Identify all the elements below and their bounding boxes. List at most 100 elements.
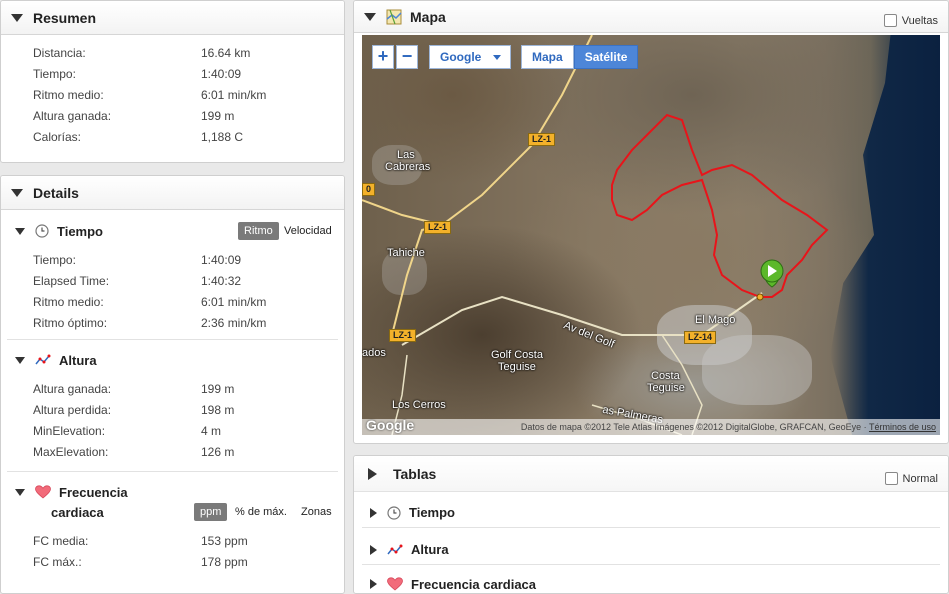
value: 178 ppm xyxy=(201,555,248,569)
zoom-in-button[interactable]: + xyxy=(372,45,394,69)
place-label: Cabreras xyxy=(385,161,431,173)
road xyxy=(391,224,443,336)
table-item-label: Altura xyxy=(411,542,449,557)
value: 16.64 km xyxy=(201,46,251,60)
clock-icon xyxy=(387,505,401,520)
laps-label: Vueltas xyxy=(901,14,938,27)
tables-panel: Tablas Normal Tiempo Altura Frecuencia c… xyxy=(353,455,949,594)
collapse-arrow-icon[interactable] xyxy=(364,12,376,21)
altura-section-header[interactable]: Altura xyxy=(1,347,344,373)
map-type-switch: Mapa Satélite xyxy=(521,45,639,69)
laps-option[interactable]: Vueltas xyxy=(883,14,938,27)
expand-arrow-icon[interactable] xyxy=(370,579,377,589)
label: Elapsed Time: xyxy=(33,274,110,288)
label: Ritmo medio: xyxy=(33,295,104,309)
map-panel: Mapa Vueltas LZ-1 LZ-1 LZ-1 LZ-14 0 Las … xyxy=(353,0,949,444)
percent-max-toggle[interactable]: % de máx. xyxy=(231,503,291,521)
map-type-map-button[interactable]: Mapa xyxy=(521,45,574,69)
tiempo-section-title: Tiempo xyxy=(57,223,103,239)
place-label: El Mago xyxy=(695,314,736,326)
satellite-map[interactable]: LZ-1 LZ-1 LZ-1 LZ-14 0 Las Cabreras Tahi… xyxy=(362,35,940,435)
label: Ritmo óptimo: xyxy=(33,316,108,330)
place-label: Los Cerros xyxy=(392,399,446,411)
place-label: Tahiche xyxy=(387,247,425,259)
table-item-tiempo[interactable]: Tiempo xyxy=(362,498,940,528)
collapse-arrow-icon[interactable] xyxy=(15,227,25,235)
label: Altura perdida: xyxy=(33,403,112,417)
tables-header[interactable]: Tablas Normal xyxy=(354,456,948,492)
divider xyxy=(7,471,338,472)
label: Altura ganada: xyxy=(33,109,112,123)
collapse-arrow-icon[interactable] xyxy=(15,488,25,496)
value: 1,188 C xyxy=(201,130,244,144)
map-type-satellite-button[interactable]: Satélite xyxy=(573,45,639,69)
value: 1:40:09 xyxy=(201,67,242,81)
attribution-text: Datos de mapa ©2012 Tele Atlas Imágenes … xyxy=(520,422,869,432)
expand-arrow-icon[interactable] xyxy=(368,467,377,480)
map-title: Mapa xyxy=(410,8,446,25)
zones-toggle[interactable]: Zonas xyxy=(297,503,336,521)
table-item-label: Frecuencia cardiaca xyxy=(411,576,537,592)
label: Tiempo: xyxy=(33,67,76,81)
map-attribution: Datos de mapa ©2012 Tele Atlas Imágenes … xyxy=(362,419,940,435)
label: Tiempo: xyxy=(33,253,76,267)
table-item-heart-rate[interactable]: Frecuencia cardiaca xyxy=(362,571,940,593)
label: Ritmo medio: xyxy=(33,88,104,102)
tables-title: Tablas xyxy=(393,465,437,482)
value: 126 m xyxy=(201,445,235,459)
expand-arrow-icon[interactable] xyxy=(370,507,377,518)
place-label: Teguise xyxy=(498,361,536,373)
heart-icon xyxy=(387,577,403,591)
details-panel: Details Tiempo Ritmo Velocidad Tiempo: 1:… xyxy=(0,175,345,594)
summary-panel: Resumen Distancia: 16.64 km Tiempo: 1:40:0… xyxy=(0,0,345,163)
collapse-arrow-icon[interactable] xyxy=(11,13,23,22)
road-badge-lz14: LZ-14 xyxy=(684,331,717,344)
normal-option[interactable]: Normal xyxy=(884,472,938,485)
road-badge-lz1: LZ-1 xyxy=(528,133,555,146)
terms-link[interactable]: Términos de uso xyxy=(869,422,936,432)
normal-checkbox[interactable] xyxy=(884,472,898,485)
heart-rate-section-header[interactable]: Frecuencia xyxy=(1,480,344,504)
pace-toggle[interactable]: Ritmo xyxy=(238,222,279,240)
place-label: ados xyxy=(362,347,386,359)
map-header[interactable]: Mapa Vueltas xyxy=(354,1,948,33)
clock-icon xyxy=(35,224,49,238)
place-label: Teguise xyxy=(647,382,685,394)
value: 199 m xyxy=(201,109,235,123)
road-badge-lz1: LZ-1 xyxy=(389,329,416,342)
altura-section-title: Altura xyxy=(59,352,97,368)
road-badge-lz1: LZ-1 xyxy=(424,221,451,234)
label: FC máx.: xyxy=(33,555,82,569)
google-logo[interactable]: Google xyxy=(366,417,414,433)
expand-arrow-icon[interactable] xyxy=(370,544,377,555)
laps-checkbox[interactable] xyxy=(883,14,897,27)
heart-icon xyxy=(35,485,51,499)
table-item-altura[interactable]: Altura xyxy=(362,535,940,565)
details-header[interactable]: Details xyxy=(1,176,344,210)
collapse-arrow-icon[interactable] xyxy=(11,188,23,197)
zoom-out-button[interactable]: − xyxy=(396,45,418,69)
label: Distancia: xyxy=(33,46,86,60)
bpm-toggle[interactable]: ppm xyxy=(194,503,228,521)
value: 198 m xyxy=(201,403,235,417)
label: Calorías: xyxy=(33,130,82,144)
value: 6:01 min/km xyxy=(201,295,267,309)
map-provider-select[interactable]: Google xyxy=(429,45,511,69)
value: 153 ppm xyxy=(201,534,248,548)
value: 6:01 min/km xyxy=(201,88,267,102)
details-title: Details xyxy=(33,184,79,201)
collapse-arrow-icon[interactable] xyxy=(15,356,25,364)
tiempo-section-header[interactable]: Tiempo Ritmo Velocidad xyxy=(1,218,344,244)
road-badge: 0 xyxy=(362,183,376,196)
value: 1:40:09 xyxy=(201,253,242,267)
value: 1:40:32 xyxy=(201,274,242,288)
speed-toggle[interactable]: Velocidad xyxy=(280,222,336,240)
value: 199 m xyxy=(201,382,235,396)
elevation-chart-icon xyxy=(35,354,51,365)
start-marker-icon[interactable] xyxy=(760,259,784,288)
normal-label: Normal xyxy=(902,472,938,485)
value: 2:36 min/km xyxy=(201,316,267,330)
provider-label: Google xyxy=(440,50,482,64)
zoom-controls: + − xyxy=(372,45,418,69)
summary-header[interactable]: Resumen xyxy=(1,1,344,35)
